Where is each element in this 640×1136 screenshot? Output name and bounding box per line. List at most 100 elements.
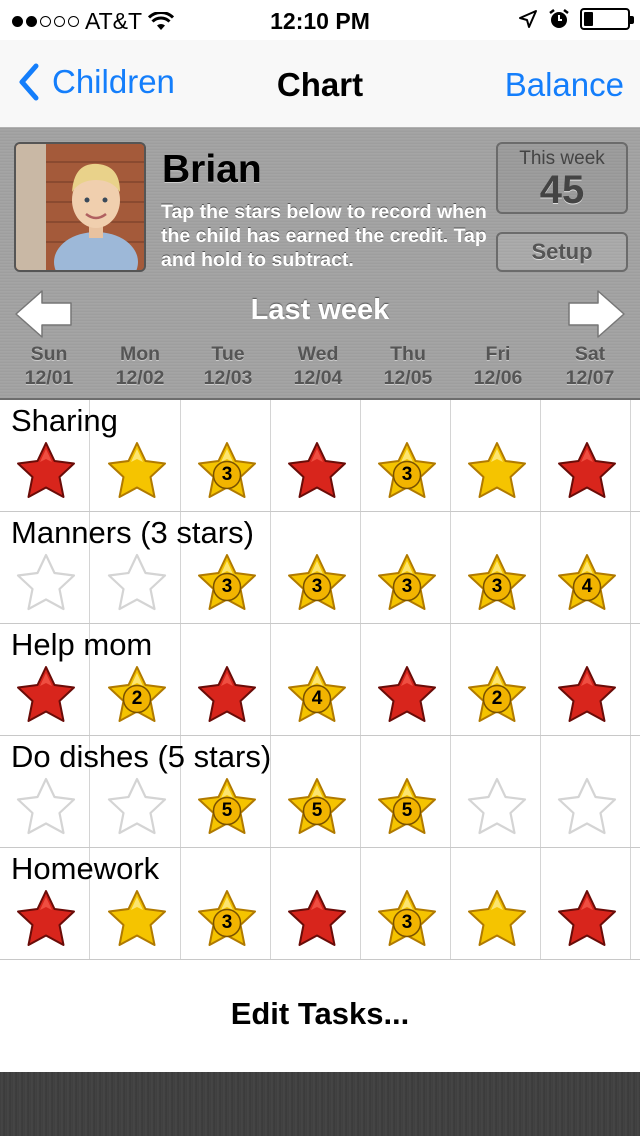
day-name: Thu	[390, 343, 426, 365]
gold-star-badge-icon: 3	[466, 552, 528, 614]
star-shape	[198, 666, 256, 722]
task-cell-thu[interactable]: 5	[361, 736, 451, 847]
task-cell-wed[interactable]: 4	[271, 624, 361, 735]
task-cell-tue[interactable]: 3	[181, 400, 271, 511]
task-cell-fri[interactable]	[451, 736, 541, 847]
task-row: 2 4 2 Help mom	[0, 624, 640, 736]
status-bar: AT&T 12:10 PM	[0, 0, 640, 40]
task-cell-thu[interactable]: 3	[361, 512, 451, 623]
task-cell-sat[interactable]	[541, 400, 631, 511]
day-header-sun: Sun 12/01	[4, 342, 94, 390]
balance-button[interactable]: Balance	[505, 66, 624, 104]
gold-star-badge-icon: 2	[466, 664, 528, 726]
task-cell-thu[interactable]	[361, 624, 451, 735]
gold-star-badge-icon: 4	[556, 552, 618, 614]
edit-tasks-button[interactable]: Edit Tasks...	[0, 996, 640, 1032]
day-header-thu: Thu 12/05	[363, 342, 453, 390]
star-shape	[108, 890, 166, 946]
task-cell-sat[interactable]	[541, 848, 631, 959]
star-count: 3	[401, 912, 413, 933]
star-shape	[468, 442, 526, 498]
day-name: Tue	[211, 343, 245, 365]
star-shape	[557, 777, 617, 835]
task-row: 5 5 5 Do dishes (5 stars)	[0, 736, 640, 848]
day-header-mon: Mon 12/02	[95, 342, 185, 390]
empty-star-icon	[106, 552, 168, 614]
day-name: Fri	[485, 343, 511, 365]
red-star-icon	[15, 664, 77, 726]
task-name: Help mom	[11, 627, 153, 662]
star-count: 3	[221, 912, 233, 933]
day-name: Mon	[119, 343, 161, 365]
star-shape	[107, 777, 167, 835]
task-row: 3 3 Sharing	[0, 400, 640, 512]
location-arrow-icon	[519, 10, 537, 28]
red-star-icon	[196, 664, 258, 726]
empty-star-icon	[15, 776, 77, 838]
child-photo	[14, 142, 146, 272]
task-grid: 3 3 Sharing 3 3 3 3 4 Manners (3 stars) 2 4 2 Help m…	[0, 400, 640, 960]
child-name: Brian	[162, 148, 262, 191]
gold-star-badge-icon: 3	[376, 552, 438, 614]
star-shape	[17, 890, 75, 946]
red-star-icon	[15, 888, 77, 950]
empty-star-icon	[106, 776, 168, 838]
task-cell-wed[interactable]: 3	[271, 512, 361, 623]
task-cell-fri[interactable]	[451, 848, 541, 959]
star-shape	[558, 666, 616, 722]
gold-star-icon	[466, 888, 528, 950]
day-name: Sun	[30, 343, 68, 365]
day-header-fri: Fri 12/06	[453, 342, 543, 390]
red-star-icon	[556, 664, 618, 726]
task-cell-fri[interactable]: 2	[451, 624, 541, 735]
gold-star-icon	[466, 440, 528, 502]
star-shape	[17, 666, 75, 722]
this-week-label: This week	[519, 148, 605, 169]
task-cell-sat[interactable]	[541, 624, 631, 735]
star-shape	[108, 442, 166, 498]
gold-star-badge-icon: 5	[286, 776, 348, 838]
empty-star-icon	[15, 552, 77, 614]
week-label: Last week	[250, 294, 390, 326]
day-header-tue: Tue 12/03	[183, 342, 273, 390]
task-cell-sat[interactable]	[541, 736, 631, 847]
setup-button[interactable]: Setup	[496, 232, 628, 272]
task-cell-wed[interactable]: 5	[271, 736, 361, 847]
back-button[interactable]: Children	[14, 62, 175, 102]
day-date: 12/03	[203, 367, 253, 389]
task-cell-wed[interactable]	[271, 400, 361, 511]
task-row: 3 3 3 3 4 Manners (3 stars)	[0, 512, 640, 624]
task-cell-sat[interactable]: 4	[541, 512, 631, 623]
previous-week-arrow-icon[interactable]	[14, 288, 74, 340]
red-star-icon	[286, 888, 348, 950]
next-week-arrow-icon[interactable]	[566, 288, 626, 340]
star-shape	[468, 890, 526, 946]
star-shape	[288, 890, 346, 946]
gold-star-badge-icon: 3	[376, 888, 438, 950]
gold-star-badge-icon: 5	[196, 776, 258, 838]
task-cell-tue[interactable]	[181, 624, 271, 735]
task-cell-tue[interactable]: 3	[181, 848, 271, 959]
task-cell-fri[interactable]: 3	[451, 512, 541, 623]
star-shape	[17, 442, 75, 498]
empty-star-icon	[556, 776, 618, 838]
gold-star-icon	[106, 440, 168, 502]
task-cell-thu[interactable]: 3	[361, 848, 451, 959]
task-name: Manners (3 stars)	[11, 515, 254, 550]
star-shape	[16, 553, 76, 611]
task-cell-thu[interactable]: 3	[361, 400, 451, 511]
star-shape	[16, 777, 76, 835]
task-cell-fri[interactable]	[451, 400, 541, 511]
star-shape	[467, 777, 527, 835]
gold-star-badge-icon: 5	[376, 776, 438, 838]
gold-star-badge-icon: 4	[286, 664, 348, 726]
red-star-icon	[556, 888, 618, 950]
red-star-icon	[286, 440, 348, 502]
star-shape	[558, 442, 616, 498]
day-date: 12/07	[565, 367, 615, 389]
this-week-total: This week 45	[496, 142, 628, 214]
day-name: Sat	[574, 343, 606, 365]
gold-star-badge-icon: 3	[376, 440, 438, 502]
task-cell-wed[interactable]	[271, 848, 361, 959]
gold-star-badge-icon: 3	[196, 888, 258, 950]
